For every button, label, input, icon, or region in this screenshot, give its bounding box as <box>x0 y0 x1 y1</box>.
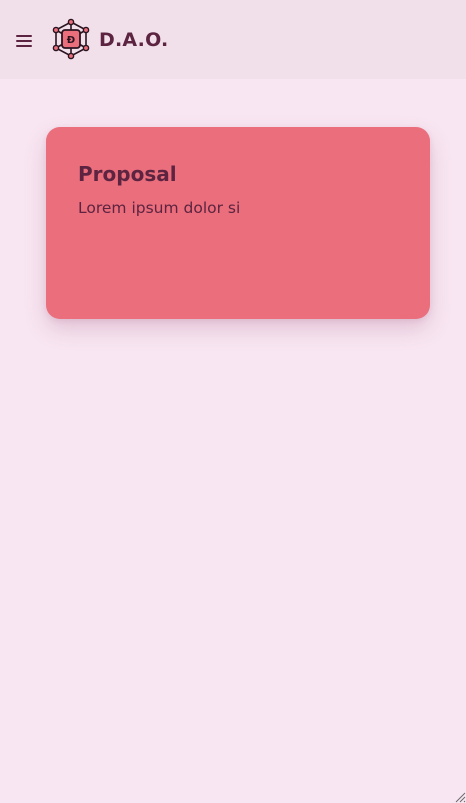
proposal-description: Lorem ipsum dolor si <box>78 199 241 217</box>
hamburger-menu-icon <box>16 35 32 47</box>
app-header: Đ D.A.O. <box>0 0 466 79</box>
logo-letter: Đ <box>67 35 75 46</box>
proposal-title: Proposal <box>78 162 177 186</box>
proposal-card[interactable]: Proposal Lorem ipsum dolor si <box>46 127 430 319</box>
dao-network-logo-icon: Đ <box>52 18 90 60</box>
resize-grip-icon[interactable] <box>454 791 466 803</box>
app-title[interactable]: D.A.O. <box>99 28 168 52</box>
menu-button[interactable] <box>10 27 38 55</box>
